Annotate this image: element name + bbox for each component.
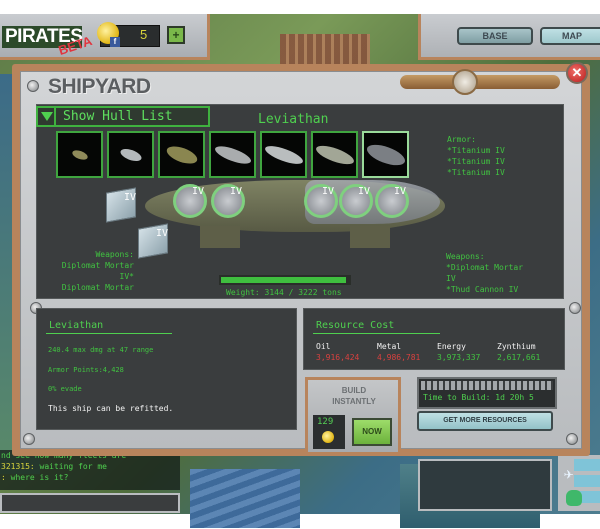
armor-points-stat: Armor Points:4,428	[48, 366, 124, 374]
resource-metal: Metal 4,986,781	[377, 342, 420, 362]
weapon-item: Diplomat Mortar	[61, 283, 134, 292]
armor-heading: Armor:	[447, 135, 476, 144]
resource-oil: Oil 3,916,424	[316, 342, 359, 362]
chat-line: 321315: waiting for me	[1, 462, 107, 471]
ship-icon	[70, 148, 89, 161]
ship-icon	[118, 146, 143, 163]
coin-count: 5	[140, 27, 148, 42]
screw-icon	[23, 433, 35, 445]
armor-list: Armor: *Titanium IV *Titanium IV *Titani…	[447, 134, 505, 178]
coin-icon	[322, 431, 334, 443]
evade-stat: 0% evade	[48, 385, 82, 393]
armor-item: *Titanium IV	[447, 146, 505, 155]
pressure-gauge-icon	[452, 69, 478, 95]
ship-icon	[212, 142, 253, 167]
armor-item: *Titanium IV	[447, 168, 505, 177]
refit-note: This ship can be refitted.	[48, 404, 174, 413]
build-time-progress	[421, 381, 553, 390]
chat-line: : where is it?	[1, 473, 69, 482]
resource-value: 3,916,424	[316, 353, 360, 362]
resource-name: Oil	[316, 342, 331, 351]
ship-strut	[350, 226, 390, 248]
weight-readout: Weight: 3144 / 3222 tons	[226, 288, 342, 297]
pipe-decoration	[400, 75, 560, 89]
resource-zynthium: Zynthium 2,617,661	[497, 342, 540, 362]
hull-list	[56, 131, 409, 178]
screw-icon	[566, 433, 578, 445]
resource-value: 3,973,337	[437, 353, 481, 362]
add-coins-button[interactable]: +	[167, 26, 185, 44]
slot-level: IV	[192, 186, 205, 197]
base-button[interactable]: BASE	[457, 27, 533, 45]
weapon-item: IV*	[119, 272, 134, 281]
side-tab[interactable]	[574, 459, 600, 471]
slot-level: IV	[230, 186, 243, 197]
resource-value: 4,986,781	[377, 353, 421, 362]
damage-stat: 240.4 max dmg at 47 range	[48, 346, 154, 354]
weight-progress-bar	[219, 275, 351, 285]
resource-cost-title: Resource Cost	[316, 320, 395, 331]
slot-level: IV	[394, 186, 407, 197]
weapons-heading: Weapons:	[446, 252, 485, 261]
weapon-item: IV	[446, 274, 456, 283]
build-label-line: INSTANTLY	[332, 397, 376, 406]
hull-option[interactable]	[260, 131, 307, 178]
screw-icon	[27, 80, 39, 92]
weapons-list-right: Weapons: *Diplomat Mortar IV *Thud Canno…	[446, 251, 523, 295]
chat-input[interactable]	[0, 493, 180, 513]
side-tab[interactable]	[574, 475, 600, 487]
weapon-item: Diplomat Mortar	[61, 261, 134, 270]
hull-option[interactable]	[209, 131, 256, 178]
build-instantly-label: BUILD INSTANTLY	[313, 385, 395, 407]
divider	[313, 333, 440, 334]
build-time-text: Time to Build: 1d 20h 5	[423, 393, 534, 402]
resource-value: 2,617,661	[497, 353, 541, 362]
stats-ship-name: Leviathan	[49, 320, 104, 331]
zynthium-gem-icon[interactable]	[566, 490, 582, 506]
close-button[interactable]: ✕	[566, 62, 588, 84]
build-cost: 129	[317, 417, 334, 427]
triangle-down-icon	[41, 112, 53, 121]
resource-name: Energy	[437, 342, 466, 351]
armor-item: *Titanium IV	[447, 157, 505, 166]
weapon-item: *Thud Cannon IV	[446, 285, 519, 294]
show-hull-list-label: Show Hull List	[63, 109, 173, 124]
hull-option[interactable]	[311, 131, 358, 178]
ship-icon	[313, 141, 356, 168]
slot-level: IV	[358, 186, 371, 197]
resource-name: Zynthium	[497, 342, 536, 351]
hull-option-selected[interactable]	[362, 131, 409, 178]
hull-option[interactable]	[158, 131, 205, 178]
map-button[interactable]: MAP	[540, 27, 600, 45]
hull-option[interactable]	[56, 131, 103, 178]
ship-icon	[262, 142, 305, 167]
resource-name: Metal	[377, 342, 402, 351]
ship-icon	[164, 142, 199, 167]
hull-option[interactable]	[107, 131, 154, 178]
weapons-heading: Weapons:	[95, 250, 134, 259]
build-label-line: BUILD	[341, 386, 367, 395]
chat-log: nd see how many fleets are 321315: waiti…	[0, 450, 180, 490]
facebook-icon: f	[110, 37, 120, 47]
weapon-item: *Diplomat Mortar	[446, 263, 524, 272]
ship-icon	[363, 140, 408, 169]
screw-icon	[569, 302, 581, 314]
selected-hull-name: Leviathan	[258, 112, 329, 127]
toggle-box	[38, 108, 56, 125]
ship-strut	[200, 226, 240, 248]
slot-level: IV	[322, 186, 335, 197]
build-now-button[interactable]: NOW	[352, 418, 392, 446]
weapons-list-left: Weapons: Diplomat Mortar IV* Diplomat Mo…	[44, 249, 134, 293]
show-hull-list-toggle[interactable]: Show Hull List	[36, 106, 210, 127]
bridge-structure	[190, 469, 300, 528]
slot-level: IV	[124, 192, 137, 203]
window-title: SHIPYARD	[48, 75, 151, 98]
minimap-panel	[418, 459, 552, 511]
slot-level: IV	[156, 228, 169, 239]
get-more-resources-button[interactable]: GET MORE RESOURCES	[417, 411, 553, 431]
plane-icon[interactable]: ✈	[564, 464, 574, 483]
resource-energy: Energy 3,973,337	[437, 342, 480, 362]
divider	[46, 333, 172, 334]
